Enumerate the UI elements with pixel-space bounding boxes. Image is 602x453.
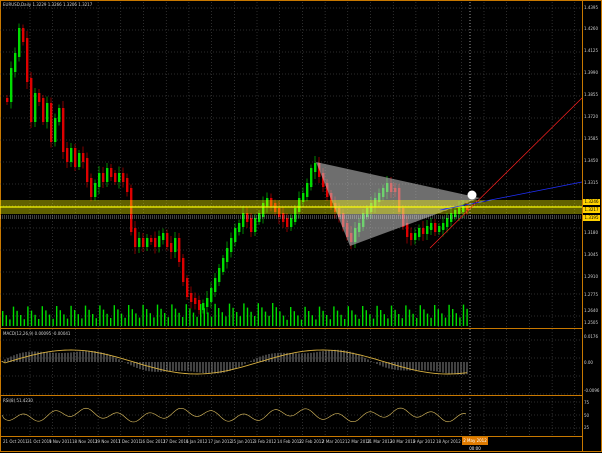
date-label: 9 Apr 2012 xyxy=(413,439,436,444)
date-label: 30 Mar 2012 xyxy=(390,439,416,444)
price-axis-label: 1.3585 xyxy=(584,136,598,141)
price-axis-label: 1.4260 xyxy=(584,26,598,31)
rsi-axis-label: 50 xyxy=(584,413,590,418)
date-label: 29 Nov 2011 xyxy=(95,439,121,444)
price-axis-label: 1.3720 xyxy=(584,114,598,119)
current-price-tag: 1.3217 xyxy=(583,207,600,213)
date-label: 21 Oct 2011 xyxy=(3,439,28,444)
price-axis-label: 1.2775 xyxy=(584,292,598,297)
date-label: 16 Dec 2011 xyxy=(140,439,166,444)
date-label: 3 Feb 2012 xyxy=(254,439,277,444)
price-axis-label: 1.3450 xyxy=(584,158,598,163)
date-label: 2 Mar 2012 xyxy=(322,439,345,444)
main-price-panel[interactable] xyxy=(0,0,582,329)
price-tag: 1.3246 xyxy=(583,199,600,205)
macd-title: MACD(12,26,9) 0.00095 -0.00041 xyxy=(3,331,71,336)
macd-panel[interactable] xyxy=(0,329,582,396)
price-axis-label: 1.2640 xyxy=(584,308,598,313)
macd-axis-label: 0.00 xyxy=(584,360,593,365)
price-axis-label: 1.4125 xyxy=(584,48,598,53)
price-axis-label: 1.3315 xyxy=(584,180,598,185)
price-axis-label: 1.3855 xyxy=(584,92,598,97)
price-axis-label: 1.3045 xyxy=(584,252,598,257)
price-tag: 1.3195 xyxy=(583,215,600,221)
price-axis-label: 1.3180 xyxy=(584,230,598,235)
main-chart-title: EURUSD,Daily 1.3229 1.3266 1.3206 1.3217 xyxy=(3,2,93,7)
rsi-axis-label: 25 xyxy=(584,425,590,430)
date-label: 21 Mar 2012 xyxy=(367,439,393,444)
rsi-title: RSI(8) 51.4230 xyxy=(3,398,33,403)
date-label: 6 Jan 2012 xyxy=(186,439,208,444)
price-axis xyxy=(582,0,602,452)
price-axis-label: 1.3990 xyxy=(584,70,598,75)
price-axis-label: 1.4395 xyxy=(584,5,598,10)
rsi-axis-label: 75 xyxy=(584,400,590,405)
price-axis-label: 1.2910 xyxy=(584,274,598,279)
date-label: 18 Apr 2012 xyxy=(436,439,461,444)
date-label: 17 Jan 2012 xyxy=(208,439,232,444)
macd-axis-label: -0.0096 xyxy=(584,388,600,393)
price-axis-label: 1.2505 xyxy=(584,320,598,325)
date-label: 7 Dec 2011 xyxy=(118,439,142,444)
date-label: 27 Dec 2011 xyxy=(163,439,189,444)
date-label: 22 Feb 2012 xyxy=(299,439,324,444)
crosshair-date-box: 2 May 2012 00:00 xyxy=(462,437,488,451)
date-label: 25 Jan 2012 xyxy=(231,439,255,444)
date-label: 18 Nov 2011 xyxy=(72,439,98,444)
date-label: 9 Nov 2011 xyxy=(49,439,73,444)
macd-axis-label: 0.0176 xyxy=(584,334,598,339)
rsi-panel[interactable] xyxy=(0,396,582,437)
